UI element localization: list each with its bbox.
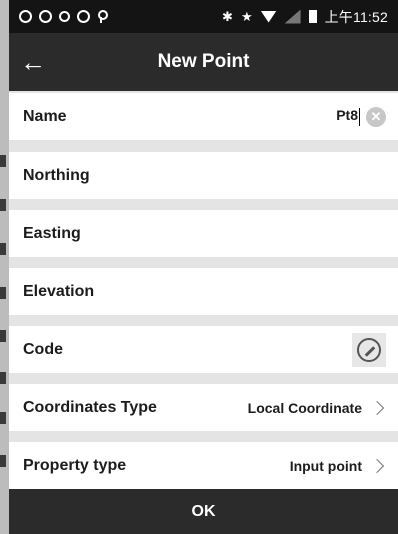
chevron-right-icon <box>369 400 385 415</box>
circle-icon <box>59 11 70 22</box>
code-field[interactable]: Code <box>9 326 398 373</box>
easting-label: Easting <box>23 224 81 242</box>
bluetooth-icon: ✱ <box>222 8 233 24</box>
app-bar: ← New Point <box>9 33 398 91</box>
coordinates-type-field[interactable]: Coordinates Type Local Coordinate <box>9 384 398 431</box>
text-cursor <box>359 107 360 126</box>
edge-mark <box>0 155 6 167</box>
property-type-value[interactable]: Input point <box>290 458 362 474</box>
property-type-label: Property type <box>23 456 127 474</box>
elevation-field[interactable]: Elevation <box>9 268 398 315</box>
system-icons: ✱ ★ 上午11:52 <box>222 7 388 27</box>
location-pin-icon <box>97 10 108 23</box>
notification-icons <box>19 10 108 23</box>
northing-label: Northing <box>23 166 90 184</box>
name-value[interactable]: Pt8 <box>336 107 360 126</box>
name-field[interactable]: Name Pt8 ✕ <box>9 93 398 140</box>
signal-icon <box>284 9 301 24</box>
back-arrow-icon[interactable]: ← <box>9 33 57 91</box>
chevron-right-icon <box>369 458 385 473</box>
background-window-edge <box>0 0 9 534</box>
northing-field[interactable]: Northing <box>9 152 398 199</box>
name-label: Name <box>23 107 67 125</box>
wifi-icon <box>260 10 277 23</box>
elevation-label: Elevation <box>23 282 95 300</box>
code-label: Code <box>23 340 63 358</box>
edit-icon <box>357 337 381 362</box>
edge-mark <box>0 199 6 211</box>
edge-mark <box>0 372 6 384</box>
property-type-field[interactable]: Property type Input point <box>9 442 398 489</box>
sync-icon <box>19 10 32 23</box>
coordinates-type-label: Coordinates Type <box>23 398 157 416</box>
edge-mark <box>0 243 6 255</box>
status-bar: ✱ ★ 上午11:52 <box>9 0 398 33</box>
edge-mark <box>0 455 6 467</box>
battery-icon <box>308 10 317 23</box>
sync-icon <box>39 10 52 23</box>
easting-field[interactable]: Easting <box>9 210 398 257</box>
edge-mark <box>0 412 6 424</box>
edge-mark <box>0 287 6 299</box>
star-icon: ★ <box>240 8 253 24</box>
sync-icon <box>77 10 90 23</box>
coordinates-type-value[interactable]: Local Coordinate <box>248 400 362 416</box>
edge-mark <box>0 330 6 342</box>
page-title: New Point <box>157 51 250 72</box>
clock-time: 上午11:52 <box>324 8 388 25</box>
code-picker-button[interactable] <box>352 332 386 367</box>
name-input[interactable]: Pt8 <box>336 107 358 123</box>
clear-icon[interactable]: ✕ <box>366 106 386 127</box>
ok-button[interactable]: OK <box>9 489 398 534</box>
phone-screen: ✱ ★ 上午11:52 ← New Point Name Pt8 ✕ North… <box>9 0 398 534</box>
